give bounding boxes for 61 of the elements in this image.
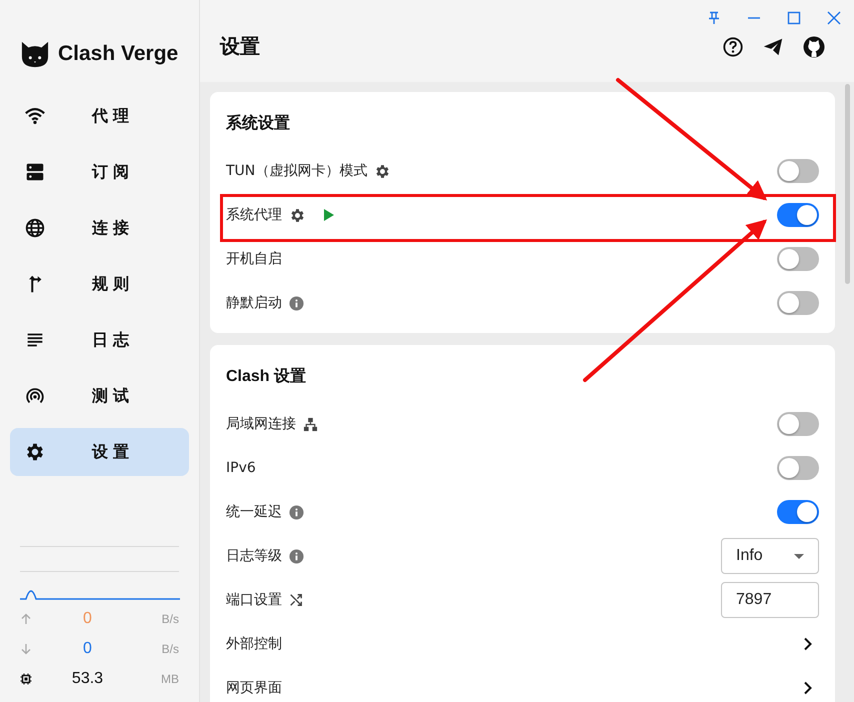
cat-logo-icon: [20, 40, 50, 68]
network-icon: [303, 416, 318, 432]
help-icon[interactable]: [722, 36, 744, 58]
log-level-select[interactable]: Info: [721, 538, 819, 574]
down-arrow-icon: [20, 643, 32, 655]
app-name: Clash Verge: [58, 42, 178, 66]
toggle-switch[interactable]: [777, 291, 819, 315]
info-icon[interactable]: [289, 296, 304, 310]
chip-icon: [20, 673, 32, 685]
memory-usage: 53.3: [70, 670, 104, 688]
server-icon: [24, 161, 46, 183]
globe-icon: [24, 217, 46, 239]
speed-unit: B/s: [160, 642, 179, 656]
nav-item[interactable]: 测试: [10, 372, 189, 420]
close-icon[interactable]: [827, 11, 841, 25]
toggle-switch[interactable]: [777, 412, 819, 436]
setting-label: 开机自启: [226, 250, 282, 268]
nav-item[interactable]: 订阅: [10, 148, 189, 196]
setting-label: 外部控制: [226, 635, 282, 653]
setting-label: 端口设置: [226, 591, 282, 609]
setting-label: 网页界面: [226, 679, 282, 697]
setting-label: TUN（虚拟网卡）模式: [226, 162, 368, 180]
toggle-switch[interactable]: [777, 203, 819, 227]
chevron-right-icon[interactable]: [803, 637, 813, 651]
pin-icon[interactable]: [707, 11, 721, 25]
speed-unit: B/s: [160, 612, 179, 626]
nav-item[interactable]: 连接: [10, 204, 189, 252]
setting-label: 静默启动: [226, 294, 282, 312]
nav-item[interactable]: 日志: [10, 316, 189, 364]
up-arrow-icon: [20, 613, 32, 625]
setting-label: 局域网连接: [226, 415, 296, 433]
chevron-right-icon[interactable]: [803, 681, 813, 695]
section-title: 系统设置: [226, 114, 291, 133]
toggle-switch[interactable]: [777, 456, 819, 480]
nav-item[interactable]: 设置: [10, 428, 189, 476]
setting-label: 系统代理: [226, 206, 282, 224]
maximize-icon[interactable]: [787, 11, 801, 25]
upload-speed: 0: [82, 610, 93, 628]
toggle-switch[interactable]: [777, 247, 819, 271]
page-title: 设置: [220, 33, 260, 60]
setting-label: IPv6: [226, 460, 256, 476]
settings-icon[interactable]: [289, 206, 306, 224]
dropdown-caret-icon: [794, 554, 804, 558]
shuffle-icon[interactable]: [289, 593, 303, 607]
play-icon[interactable]: [323, 208, 335, 222]
nav-item[interactable]: 代理: [10, 92, 189, 140]
cat-icon[interactable]: [802, 34, 826, 58]
toggle-switch[interactable]: [777, 500, 819, 524]
setting-label: 日志等级: [226, 547, 282, 565]
settings-icon[interactable]: [374, 162, 392, 180]
memory-unit: MB: [160, 672, 179, 686]
scrollbar[interactable]: [845, 84, 850, 284]
nav-item[interactable]: 规则: [10, 260, 189, 308]
port-input[interactable]: 7897: [721, 582, 819, 618]
info-icon[interactable]: [289, 504, 304, 520]
wifi-icon: [24, 105, 46, 127]
info-icon[interactable]: [289, 548, 304, 564]
download-speed: 0: [82, 640, 93, 658]
setting-label: 统一延迟: [226, 503, 282, 521]
toggle-switch[interactable]: [777, 159, 819, 183]
section-title: Clash 设置: [226, 367, 308, 386]
